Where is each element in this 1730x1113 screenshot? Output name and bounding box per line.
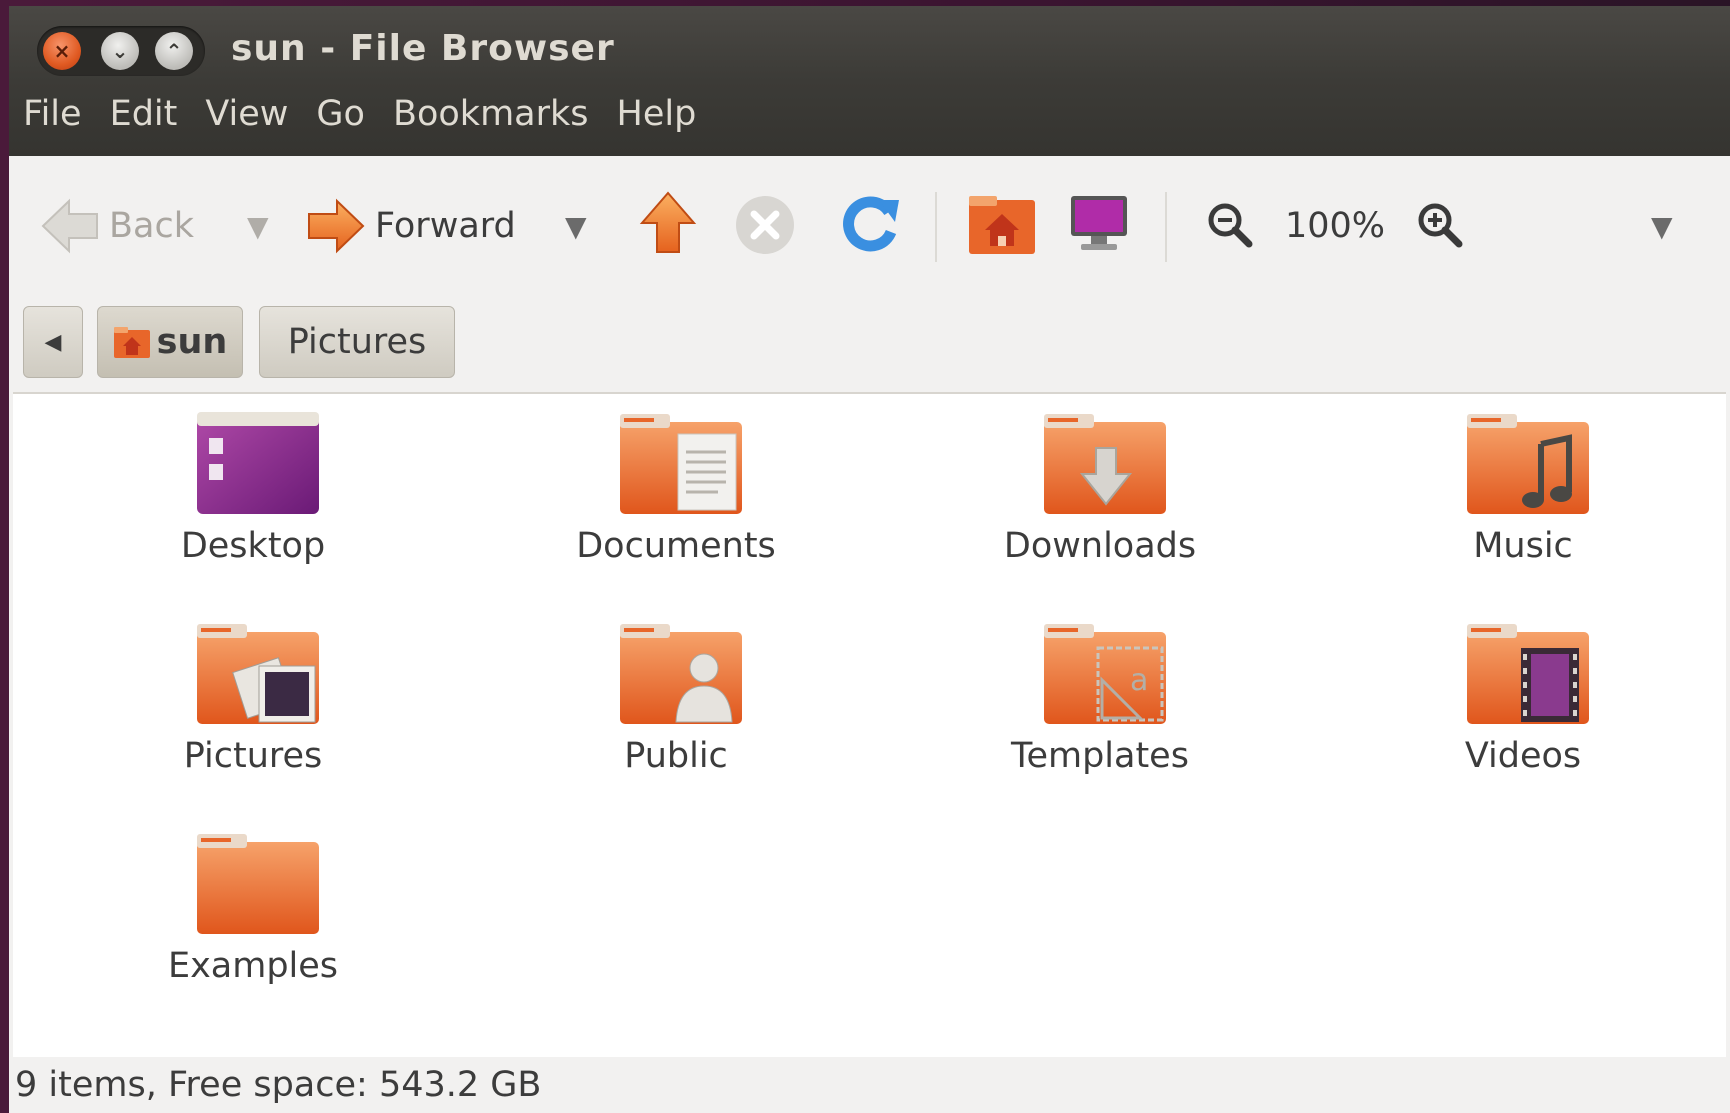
zoom-out-icon bbox=[1208, 203, 1253, 248]
chevron-down-icon: ▼ bbox=[565, 209, 587, 243]
chevron-left-icon: ◀ bbox=[44, 329, 62, 355]
home-folder-icon bbox=[113, 327, 150, 358]
breadcrumb-sun[interactable]: sun bbox=[97, 306, 243, 378]
folder-label: Templates bbox=[1011, 736, 1189, 776]
back-history-dropdown[interactable]: ▼ bbox=[247, 191, 269, 261]
maximize-window-button[interactable]: ⌃ bbox=[155, 32, 193, 70]
videos-folder-icon bbox=[1467, 624, 1589, 724]
menu-bookmarks[interactable]: Bookmarks bbox=[393, 94, 589, 134]
folder-label: Videos bbox=[1464, 736, 1582, 776]
folder-item-music[interactable]: Music bbox=[1373, 408, 1673, 588]
breadcrumb-sun-label: sun bbox=[156, 322, 228, 362]
back-arrow-icon bbox=[41, 198, 98, 254]
back-label: Back bbox=[109, 206, 194, 246]
menu-file[interactable]: File bbox=[23, 94, 82, 134]
file-browser-window: × ⌄ ⌃ sun - File Browser File Edit View … bbox=[9, 6, 1730, 1113]
minimize-window-button[interactable]: ⌄ bbox=[101, 32, 139, 70]
downloads-folder-icon bbox=[1044, 414, 1166, 514]
menu-go[interactable]: Go bbox=[316, 94, 365, 134]
zoom-in-icon bbox=[1418, 203, 1463, 248]
folder-label: Documents bbox=[576, 526, 776, 566]
folder-item-public[interactable]: Public bbox=[526, 618, 826, 798]
breadcrumb-pictures[interactable]: Pictures bbox=[259, 306, 455, 378]
folder-label: Desktop bbox=[180, 526, 326, 566]
menu-view[interactable]: View bbox=[205, 94, 288, 134]
folder-label: Public bbox=[624, 736, 728, 776]
folder-label: Pictures bbox=[183, 736, 323, 776]
forward-label: Forward bbox=[375, 206, 516, 246]
toolbar: Back ▼ Forward ▼ 100% ▼ bbox=[9, 156, 1730, 296]
stop-icon bbox=[736, 196, 794, 254]
titlebar: × ⌄ ⌃ sun - File Browser File Edit View … bbox=[9, 6, 1730, 156]
zoom-level-label: 100% bbox=[1285, 206, 1386, 246]
window-controls: × ⌄ ⌃ bbox=[37, 26, 205, 76]
back-button[interactable]: Back bbox=[39, 191, 194, 261]
chevron-down-icon: ▼ bbox=[1651, 209, 1673, 243]
toolbar-overflow-menu[interactable]: ▼ bbox=[1651, 191, 1673, 261]
window-title: sun - File Browser bbox=[231, 28, 615, 69]
desktop-folder-icon bbox=[197, 412, 319, 514]
zoom-out-button[interactable] bbox=[1205, 200, 1253, 248]
reload-icon bbox=[843, 196, 899, 252]
status-bar: 9 items, Free space: 543.2 GB bbox=[9, 1057, 1730, 1113]
folder-item-pictures[interactable]: Pictures bbox=[103, 618, 403, 798]
folder-item-templates[interactable]: a Templates bbox=[950, 618, 1250, 798]
folder-label: Downloads bbox=[1003, 526, 1197, 566]
breadcrumb-pictures-label: Pictures bbox=[287, 322, 427, 362]
music-folder-icon bbox=[1467, 414, 1589, 514]
menu-edit[interactable]: Edit bbox=[110, 94, 178, 134]
public-folder-icon bbox=[620, 624, 742, 724]
folder-item-downloads[interactable]: Downloads bbox=[950, 408, 1250, 588]
home-button[interactable] bbox=[967, 192, 1037, 256]
menubar: File Edit View Go Bookmarks Help bbox=[23, 94, 696, 134]
menu-help[interactable]: Help bbox=[617, 94, 697, 134]
computer-icon bbox=[1071, 196, 1127, 250]
folder-label: Examples bbox=[167, 946, 339, 986]
examples-folder-icon bbox=[197, 834, 319, 934]
toolbar-separator bbox=[1165, 192, 1167, 262]
pictures-folder-icon bbox=[197, 624, 319, 724]
path-scroll-left-button[interactable]: ◀ bbox=[23, 306, 83, 378]
svg-text:a: a bbox=[1130, 663, 1148, 698]
up-arrow-icon bbox=[639, 191, 697, 253]
stop-button[interactable] bbox=[734, 194, 796, 256]
status-text: 9 items, Free space: 543.2 GB bbox=[15, 1065, 542, 1105]
toolbar-separator bbox=[935, 192, 937, 262]
folder-item-documents[interactable]: Documents bbox=[526, 408, 826, 588]
folder-label: Music bbox=[1473, 526, 1573, 566]
templates-folder-icon: a bbox=[1044, 624, 1166, 724]
zoom-in-button[interactable] bbox=[1415, 200, 1463, 248]
path-bar: ◀ sun Pictures bbox=[9, 296, 1730, 396]
reload-button[interactable] bbox=[839, 192, 903, 256]
folder-item-videos[interactable]: Videos bbox=[1373, 618, 1673, 798]
up-button[interactable] bbox=[639, 190, 697, 256]
forward-button[interactable]: Forward bbox=[305, 191, 516, 261]
zoom-level[interactable]: 100% bbox=[1285, 191, 1385, 261]
folder-item-desktop[interactable]: Desktop bbox=[103, 408, 403, 588]
chevron-down-icon: ▼ bbox=[247, 209, 269, 243]
forward-arrow-icon bbox=[308, 198, 365, 254]
folder-item-examples[interactable]: Examples bbox=[103, 828, 403, 1008]
file-icon-view: Desktop Documents Downloads Music Pictur… bbox=[13, 392, 1726, 1061]
forward-history-dropdown[interactable]: ▼ bbox=[565, 191, 587, 261]
home-folder-icon bbox=[969, 196, 1035, 254]
documents-folder-icon bbox=[620, 414, 742, 514]
close-window-button[interactable]: × bbox=[43, 32, 81, 70]
computer-button[interactable] bbox=[1067, 192, 1131, 256]
